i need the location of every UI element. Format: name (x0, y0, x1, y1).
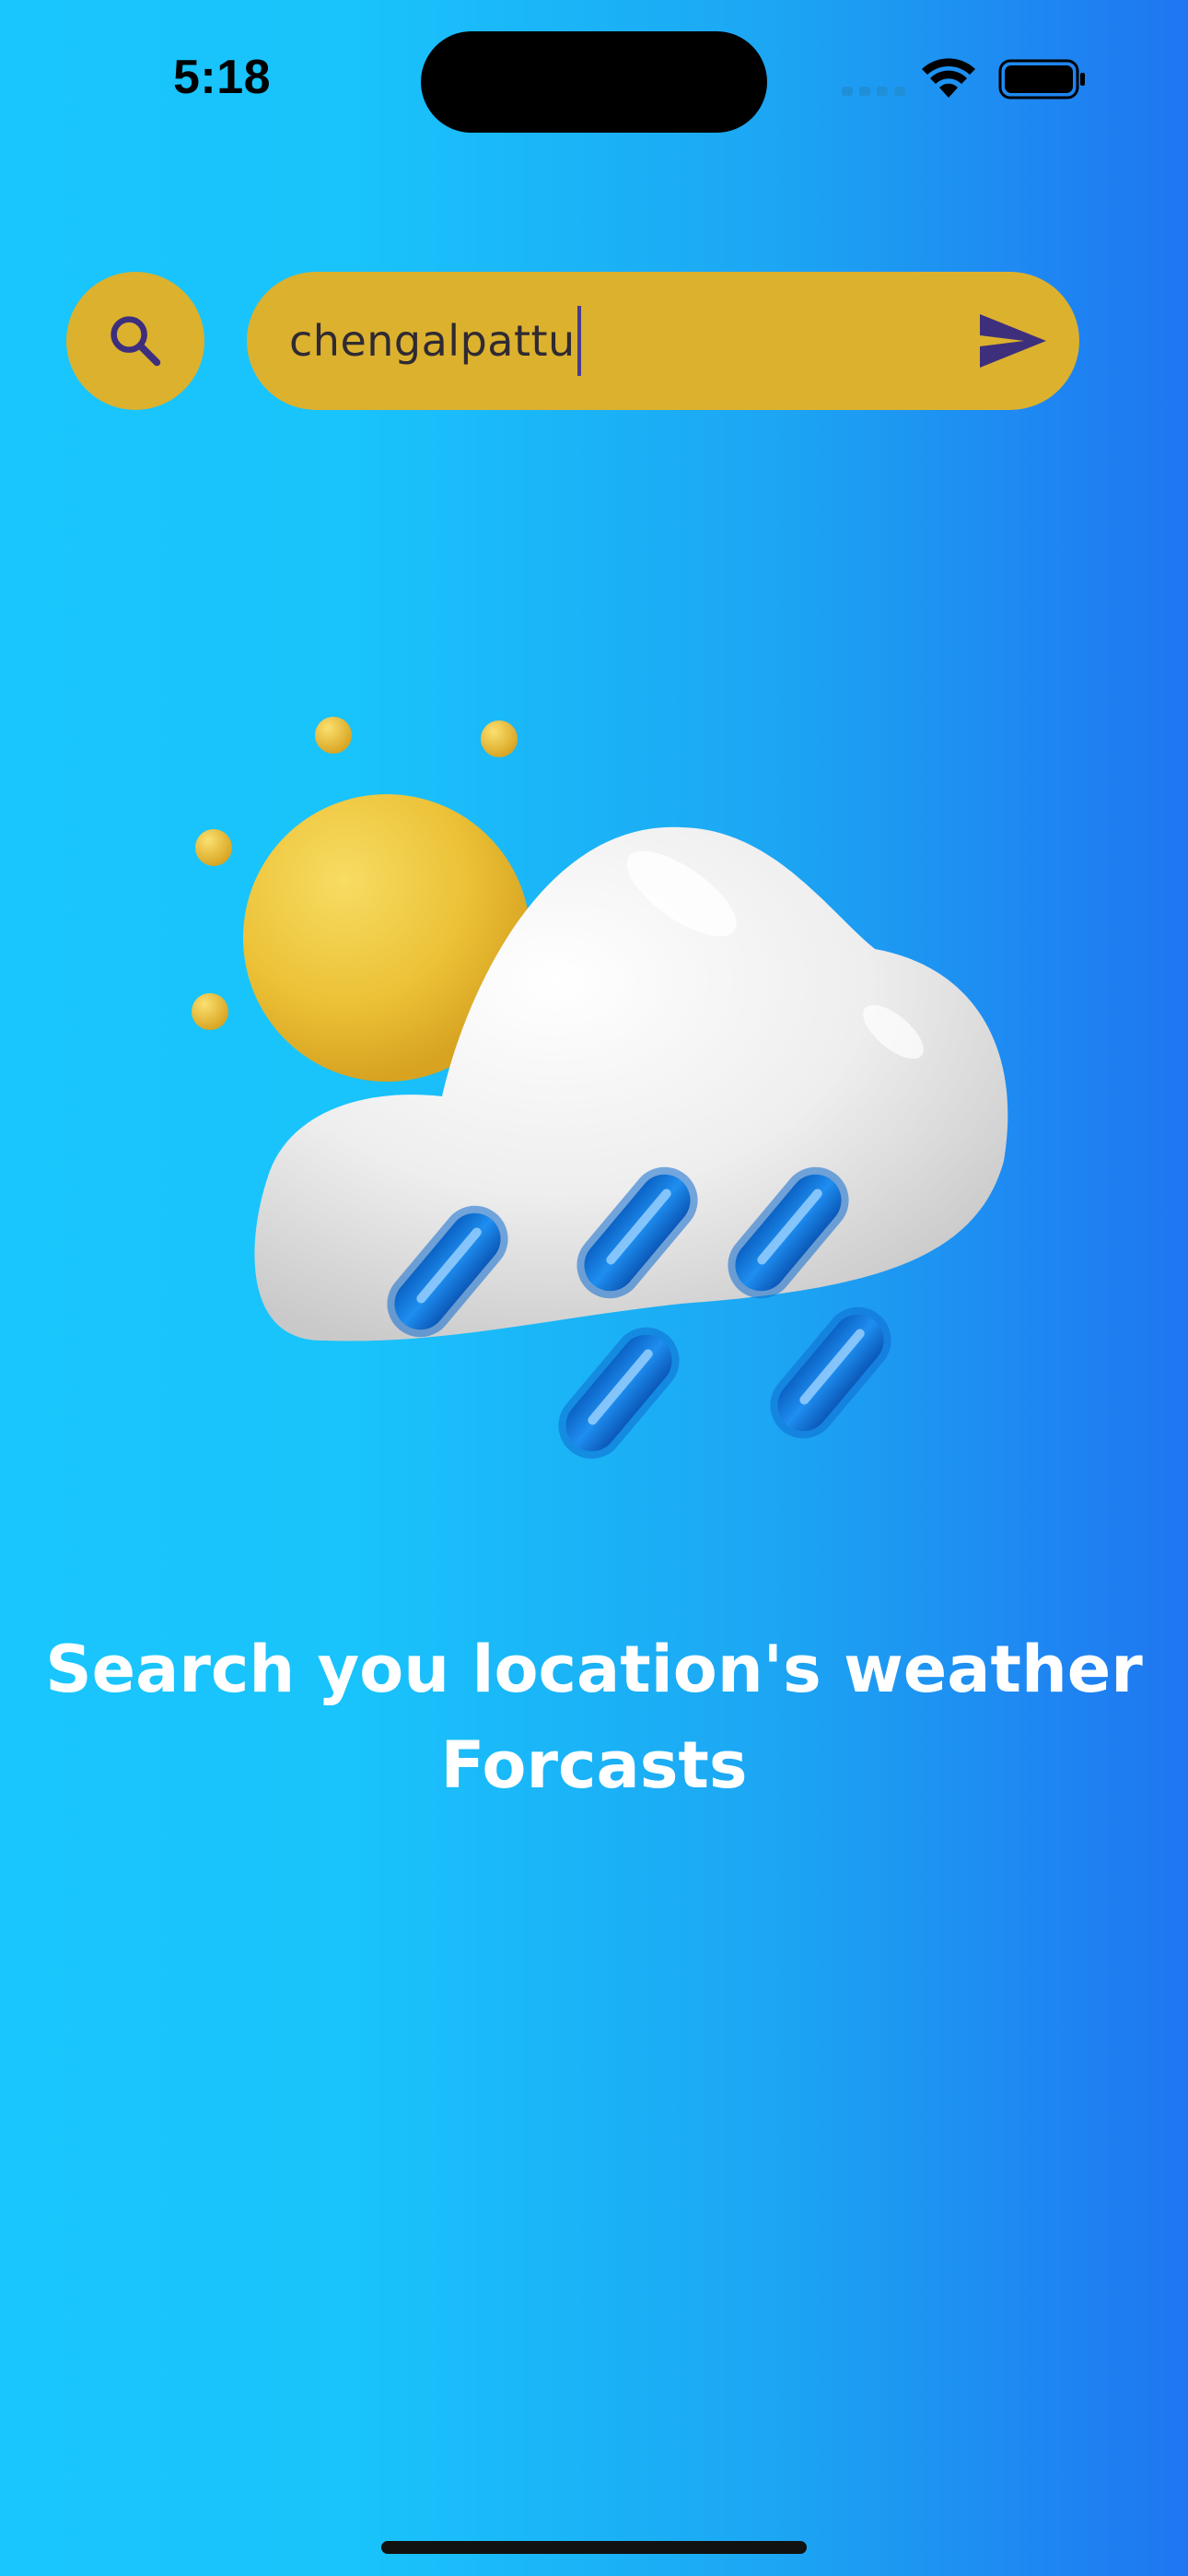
battery-icon (998, 59, 1085, 100)
sun-ray-dot (192, 993, 228, 1030)
tagline-line-2: Forcasts (440, 1727, 748, 1803)
sun-ray-dot (195, 829, 232, 866)
text-caret (577, 306, 581, 376)
home-indicator[interactable] (381, 2541, 807, 2554)
sun-ray-dot (481, 720, 518, 757)
tagline-line-1: Search you location's weather (45, 1632, 1143, 1707)
rain-drop (544, 1314, 693, 1472)
search-icon (111, 316, 161, 367)
search-input[interactable]: chengalpattu (289, 272, 581, 410)
location-search-field[interactable]: chengalpattu (247, 272, 1079, 410)
send-icon[interactable] (976, 309, 1050, 373)
rain-drop (756, 1294, 905, 1452)
sun-ray-dot (315, 717, 352, 754)
search-input-value: chengalpattu (289, 316, 576, 366)
sun-cloud-rain-icon (192, 717, 1008, 1472)
cellular-signal-icon (842, 87, 905, 96)
search-button[interactable] (66, 272, 204, 410)
status-time: 5:18 (173, 51, 272, 104)
wifi-icon (922, 58, 975, 98)
dynamic-island (421, 31, 767, 133)
tagline: Search you location's weather Forcasts (37, 1622, 1151, 1813)
